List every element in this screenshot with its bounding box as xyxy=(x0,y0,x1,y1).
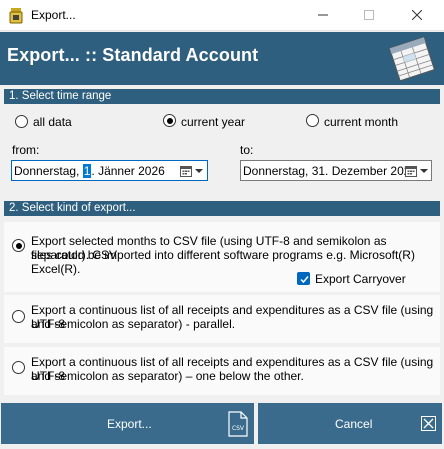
minimize-button[interactable] xyxy=(300,0,346,31)
to-date-picker[interactable]: Donnerstag, 31. Dezember 2026 xyxy=(240,160,432,181)
radio-all-data-label: all data xyxy=(33,115,72,129)
to-date-value: Donnerstag, 31. Dezember 2026 xyxy=(243,164,418,178)
app-icon xyxy=(9,8,23,24)
page-title: Export... :: Standard Account xyxy=(7,45,259,65)
close-button[interactable] xyxy=(394,0,440,31)
radio-current-year-label: current year xyxy=(181,115,246,129)
export-option-1[interactable]: Export selected months to CSV file (usin… xyxy=(4,222,440,292)
checkmark-icon xyxy=(300,276,309,284)
from-label: from: xyxy=(12,143,40,157)
from-date-suffix: . Jänner 2026 xyxy=(91,164,165,178)
section-export-kind: 2. Select kind of export... xyxy=(4,201,440,216)
radio-export-below-circle[interactable] xyxy=(12,361,25,374)
spreadsheet-icon xyxy=(388,36,436,82)
export-button[interactable]: Export... CSV xyxy=(1,403,254,444)
csv-icon-text: CSV xyxy=(232,425,245,432)
cancel-button-label: Cancel xyxy=(335,417,373,431)
calendar-icon[interactable] xyxy=(180,165,192,177)
radio-export-parallel-circle[interactable] xyxy=(12,310,25,323)
radio-current-month-circle[interactable] xyxy=(306,114,319,127)
export-button-label: Export... xyxy=(107,417,152,431)
export-option-2[interactable]: Export a continuous list of all receipts… xyxy=(4,295,440,343)
checkbox-carryover[interactable] xyxy=(297,272,310,285)
section-time-range: 1. Select time range xyxy=(4,89,440,104)
export-option-2-line2: and semicolon as separator) - parallel. xyxy=(31,317,236,331)
calendar-icon[interactable] xyxy=(405,165,417,177)
chevron-down-icon[interactable] xyxy=(195,169,203,173)
close-icon xyxy=(412,10,422,20)
maximize-button[interactable] xyxy=(346,0,392,31)
close-box-icon xyxy=(421,416,436,431)
to-label: to: xyxy=(240,143,254,157)
cancel-button[interactable]: Cancel xyxy=(258,403,442,444)
title-bar: Export... xyxy=(0,0,444,31)
maximize-icon xyxy=(364,10,374,20)
radio-current-year-circle[interactable] xyxy=(163,114,176,127)
header-band: Export... :: Standard Account xyxy=(0,32,444,85)
from-date-picker[interactable]: Donnerstag, 1. Jänner 2026 xyxy=(11,160,208,181)
window-title: Export... xyxy=(31,8,76,22)
from-date-prefix: Donnerstag, xyxy=(14,164,83,178)
from-date-value: Donnerstag, 1. Jänner 2026 xyxy=(14,164,165,178)
radio-all-data-circle[interactable] xyxy=(15,115,28,128)
export-option-3-line2: and semicolon as separator) – one below … xyxy=(31,369,304,383)
csv-file-icon: CSV xyxy=(228,411,248,437)
export-option-3[interactable]: Export a continuous list of all receipts… xyxy=(4,347,440,395)
chevron-down-icon[interactable] xyxy=(420,169,428,173)
radio-current-month-label: current month xyxy=(324,115,399,129)
radio-export-months-circle[interactable] xyxy=(12,239,25,252)
checkbox-carryover-label: Export Carryover xyxy=(315,272,406,286)
minimize-icon xyxy=(318,14,328,16)
